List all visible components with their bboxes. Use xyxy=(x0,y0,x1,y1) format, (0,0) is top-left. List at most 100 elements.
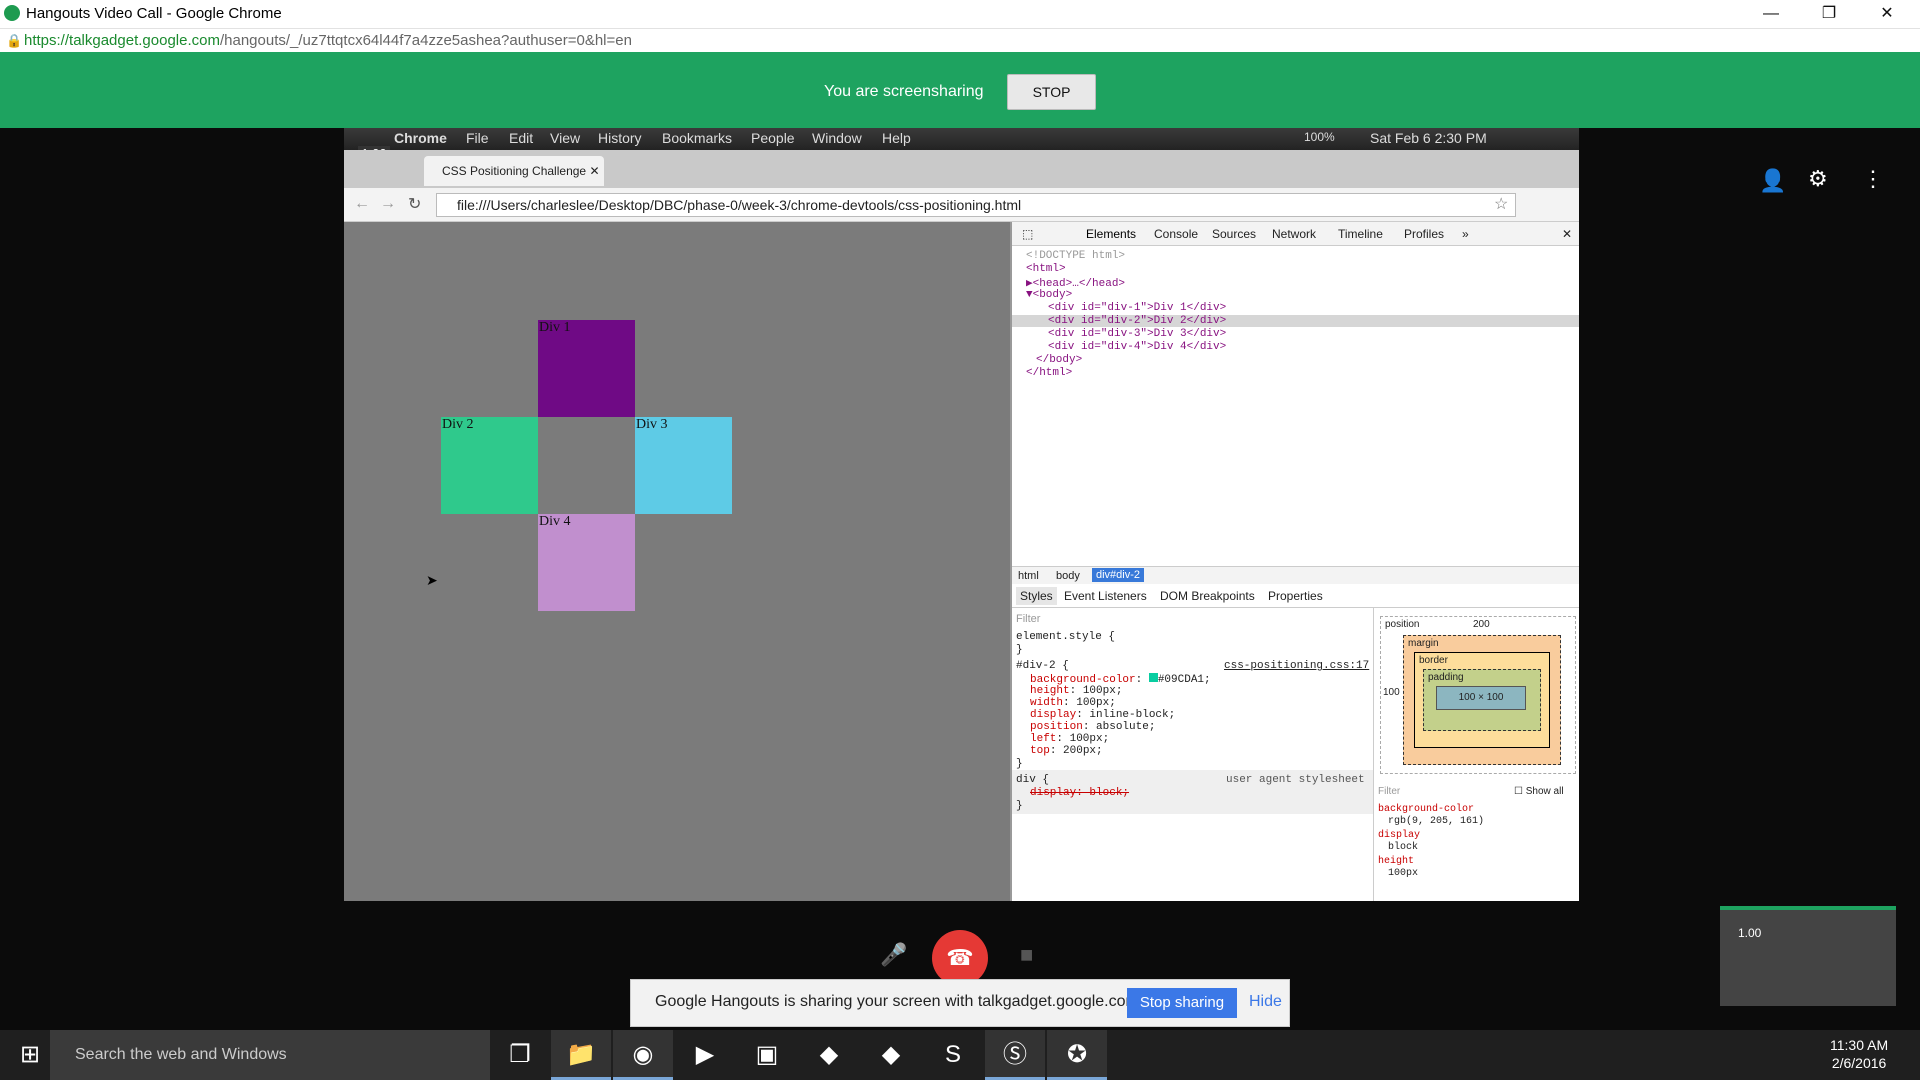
crumb-div-2[interactable]: div#div-2 xyxy=(1092,568,1145,582)
tab-console[interactable]: Console xyxy=(1154,227,1198,241)
gear-icon[interactable]: ⚙ xyxy=(1808,166,1828,192)
self-preview-thumbnail[interactable]: 1.00 xyxy=(1720,906,1896,1006)
menu-file[interactable]: File xyxy=(466,130,489,146)
taskbar-search[interactable]: Search the web and Windows xyxy=(50,1030,490,1080)
dom-div-1[interactable]: <div id="div-1">Div 1</div> xyxy=(1048,302,1226,314)
app-icon[interactable]: ▣ xyxy=(737,1030,797,1080)
tab-css-positioning[interactable]: CSS Positioning Challenge ✕ xyxy=(424,156,604,186)
dom-body[interactable]: ▼<body> xyxy=(1026,289,1072,301)
inspect-icon[interactable]: ⬚ xyxy=(1022,227,1033,241)
microphone-icon[interactable]: 🎤 xyxy=(880,942,907,968)
decl-prop[interactable]: position xyxy=(1030,721,1083,733)
crumb-html[interactable]: html xyxy=(1018,570,1039,582)
decl-prop[interactable]: top xyxy=(1030,745,1050,757)
back-icon[interactable]: ← xyxy=(354,195,370,213)
computed-prop[interactable]: height xyxy=(1378,856,1414,867)
rule-selector[interactable]: #div-2 { xyxy=(1016,660,1069,672)
decl-prop[interactable]: display xyxy=(1030,709,1076,721)
decl-prop[interactable]: width xyxy=(1030,697,1063,709)
restore-button[interactable]: ❐ xyxy=(1800,0,1858,28)
url-text[interactable]: https://talkgadget.google.com/hangouts/_… xyxy=(24,32,632,49)
stop-sharing-button[interactable]: Stop sharing xyxy=(1127,988,1237,1018)
file-explorer-icon[interactable]: 📁 xyxy=(551,1030,611,1080)
stop-screenshare-button[interactable]: STOP xyxy=(1007,74,1096,110)
computed-filter-input[interactable]: Filter xyxy=(1378,786,1400,797)
decl-value[interactable]: 100px; xyxy=(1083,685,1123,697)
git-gui-icon[interactable]: ◆ xyxy=(861,1030,921,1080)
menu-bookmarks[interactable]: Bookmarks xyxy=(662,130,732,146)
decl-value[interactable]: inline-block; xyxy=(1089,709,1175,721)
minimize-button[interactable]: — xyxy=(1742,0,1800,28)
close-button[interactable]: ✕ xyxy=(1858,0,1916,28)
dom-html-close[interactable]: </html> xyxy=(1026,367,1072,379)
skype-icon[interactable]: Ⓢ xyxy=(985,1030,1045,1080)
menu-edit[interactable]: Edit xyxy=(509,130,533,146)
subtab-event-listeners[interactable]: Event Listeners xyxy=(1064,589,1147,603)
dom-doctype[interactable]: <!DOCTYPE html> xyxy=(1026,250,1125,262)
computed-prop[interactable]: display xyxy=(1378,830,1420,841)
dom-html[interactable]: <html> xyxy=(1026,263,1066,275)
menu-window[interactable]: Window xyxy=(812,130,862,146)
show-all-label: Show all xyxy=(1525,786,1564,797)
dom-div-4[interactable]: <div id="div-4">Div 4</div> xyxy=(1048,341,1226,353)
reload-icon[interactable]: ↻ xyxy=(408,194,421,214)
star-icon[interactable]: ☆ xyxy=(1494,194,1508,214)
decl-prop[interactable]: height xyxy=(1030,685,1070,697)
dom-tree: <!DOCTYPE html> <html> ▶<head>…</head> ▼… xyxy=(1012,246,1579,506)
computed-prop[interactable]: background-color xyxy=(1378,804,1474,815)
task-view-icon[interactable]: ❐ xyxy=(490,1030,550,1080)
dom-head[interactable]: ▶<head>…</head> xyxy=(1026,276,1125,290)
close-tab-icon[interactable]: ✕ xyxy=(589,164,599,178)
tab-profiles[interactable]: Profiles xyxy=(1404,227,1444,241)
camera-icon[interactable]: ■ xyxy=(1020,942,1033,968)
address-input[interactable]: file:///Users/charleslee/Desktop/DBC/pha… xyxy=(436,193,1516,217)
subtab-styles[interactable]: Styles xyxy=(1016,587,1057,605)
decl-value[interactable]: absolute; xyxy=(1096,721,1155,733)
hangup-icon[interactable]: ☎ xyxy=(932,930,988,986)
devtools-tabs: ⬚ Elements Console Sources Network Timel… xyxy=(1012,222,1579,246)
show-all-checkbox[interactable]: ☐ Show all xyxy=(1514,786,1564,797)
styles-filter-input[interactable]: Filter xyxy=(1016,613,1040,625)
subtab-properties[interactable]: Properties xyxy=(1268,589,1323,603)
more-icon[interactable]: ⋮ xyxy=(1862,166,1884,192)
ua-selector[interactable]: div { xyxy=(1016,774,1049,786)
menu-help[interactable]: Help xyxy=(882,130,911,146)
color-swatch[interactable] xyxy=(1148,673,1158,682)
menu-people[interactable]: People xyxy=(751,130,795,146)
decl-value[interactable]: 200px; xyxy=(1063,745,1103,757)
close-devtools-icon[interactable]: ✕ xyxy=(1562,227,1572,241)
more-tabs-button[interactable]: » xyxy=(1462,227,1469,241)
hide-button[interactable]: Hide xyxy=(1249,993,1282,1011)
tab-sources[interactable]: Sources xyxy=(1212,227,1256,241)
menu-view[interactable]: View xyxy=(550,130,580,146)
crumb-body[interactable]: body xyxy=(1056,570,1080,582)
screenshare-message: You are screensharing xyxy=(824,83,984,100)
forward-icon[interactable]: → xyxy=(380,195,396,213)
tab-elements[interactable]: Elements xyxy=(1086,227,1136,241)
git-icon[interactable]: ◆ xyxy=(799,1030,859,1080)
sublime-icon[interactable]: S xyxy=(923,1030,983,1080)
dom-div-2[interactable]: <div id="div-2">Div 2</div> xyxy=(1012,315,1579,327)
taskbar-clock[interactable]: 11:30 AM 2/6/2016 xyxy=(1830,1036,1888,1072)
app-icon[interactable]: ✪ xyxy=(1047,1030,1107,1080)
dom-body-close[interactable]: </body> xyxy=(1036,354,1082,366)
element-style-rule[interactable]: element.style { xyxy=(1016,631,1115,643)
rule-source-link[interactable]: css-positioning.css:17 xyxy=(1224,660,1369,672)
dom-div-3[interactable]: <div id="div-3">Div 3</div> xyxy=(1048,328,1226,340)
decl-value[interactable]: 100px; xyxy=(1070,733,1110,745)
chrome-icon[interactable]: ◉ xyxy=(613,1030,673,1080)
menu-history[interactable]: History xyxy=(598,130,642,146)
computed-value: 100px xyxy=(1388,868,1419,879)
decl-prop[interactable]: left xyxy=(1030,733,1056,745)
brace: } xyxy=(1016,758,1023,770)
menu-chrome[interactable]: Chrome xyxy=(394,130,447,146)
tab-timeline[interactable]: Timeline xyxy=(1338,227,1383,241)
decl-value[interactable]: #09CDA1; xyxy=(1158,674,1211,686)
decl-value[interactable]: 100px; xyxy=(1076,697,1116,709)
add-person-icon[interactable]: 👤 xyxy=(1759,168,1786,194)
powershell-icon[interactable]: ▶ xyxy=(675,1030,735,1080)
subtab-dom-breakpoints[interactable]: DOM Breakpoints xyxy=(1160,589,1255,603)
page-viewport: Div 1 Div 2 Div 3 Div 4 ➤ xyxy=(344,222,1010,901)
battery-level: 100% xyxy=(1304,130,1335,144)
tab-network[interactable]: Network xyxy=(1272,227,1316,241)
